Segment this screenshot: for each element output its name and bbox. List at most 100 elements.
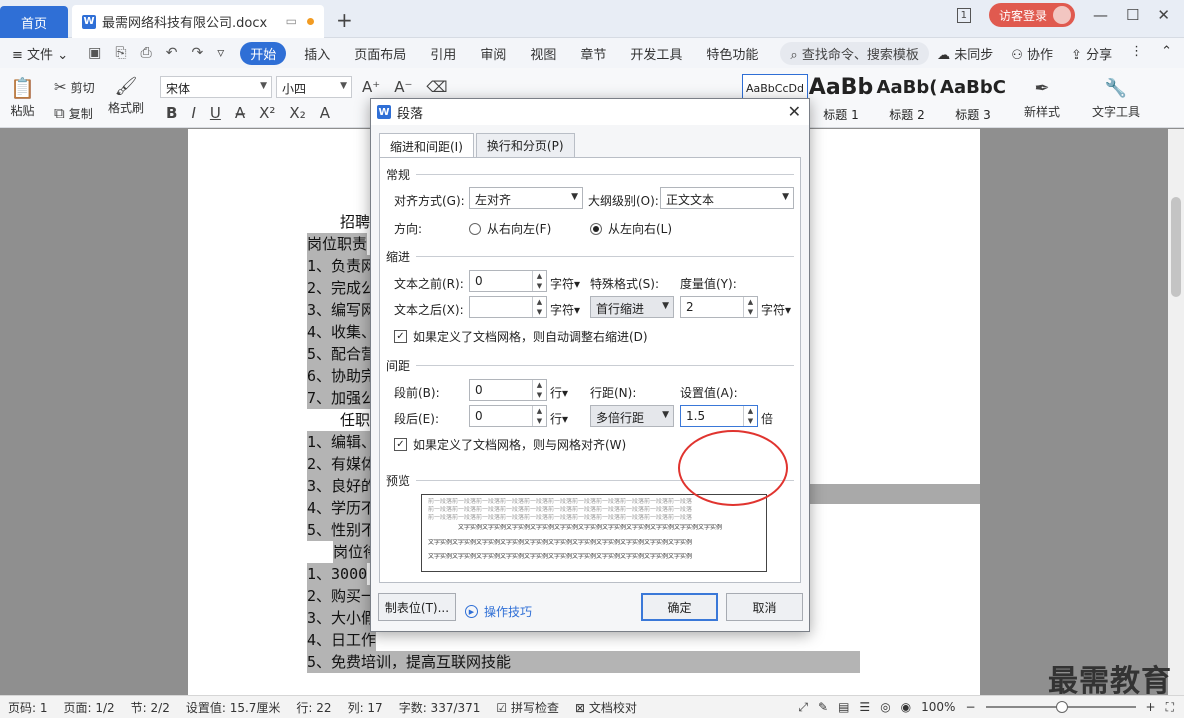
font-family-select[interactable]: 宋体 ▼ xyxy=(160,76,272,98)
menu-file[interactable]: ≡ 文件 ⌄ xyxy=(0,44,78,63)
radio-ltr[interactable]: 从左向右(L) xyxy=(590,220,672,237)
minimize-icon[interactable]: — xyxy=(1093,6,1108,24)
paste-button[interactable]: 📋 粘贴 xyxy=(10,76,35,119)
menu-developer[interactable]: 开发工具 xyxy=(618,44,694,63)
status-words[interactable]: 字数: 337/371 xyxy=(391,699,489,716)
redo-icon[interactable]: ↷ xyxy=(191,45,203,61)
tab-document[interactable]: W 最需网络科技有限公司.docx ▭ xyxy=(72,5,324,38)
more-icon[interactable]: ▿ xyxy=(217,45,224,61)
document-line[interactable]: 岗位职责 xyxy=(307,233,368,255)
special-format-select[interactable]: 首行缩进 ▼ xyxy=(590,296,674,318)
eye-icon[interactable]: ◉ xyxy=(901,700,911,714)
measure-unit[interactable]: 字符▾ xyxy=(761,301,791,318)
font-size-select[interactable]: 小四 ▼ xyxy=(276,76,352,98)
zoom-knob[interactable] xyxy=(1055,701,1068,713)
vertical-scrollbar[interactable] xyxy=(1168,129,1184,695)
tab-indent-spacing[interactable]: 缩进和间距(I) xyxy=(379,133,474,158)
style-heading-1[interactable]: AaBb 标题 1 xyxy=(808,74,874,124)
subscript-icon[interactable]: X₂ xyxy=(289,104,305,122)
close-window-icon[interactable]: ✕ xyxy=(1157,6,1170,24)
text-effect-icon[interactable]: A xyxy=(320,104,330,122)
outline-select[interactable]: 正文文本 ▼ xyxy=(660,187,794,209)
indent-before-unit[interactable]: 字符▾ xyxy=(550,275,580,292)
zoom-level[interactable]: 100% xyxy=(921,700,955,714)
spacing-grid-checkbox[interactable]: ✓ 如果定义了文档网格，则与网格对齐(W) xyxy=(394,436,626,453)
login-button[interactable]: 访客登录 xyxy=(988,3,1075,27)
dialog-close-icon[interactable]: ✕ xyxy=(788,102,801,121)
menu-insert[interactable]: 插入 xyxy=(292,44,342,63)
menu-review[interactable]: 审阅 xyxy=(468,44,518,63)
add-tab-button[interactable]: + xyxy=(336,8,353,32)
shrink-font-icon[interactable]: A⁻ xyxy=(394,78,412,96)
strikethrough-icon[interactable]: A̶ xyxy=(235,104,245,122)
clear-format-icon[interactable]: ⌫ xyxy=(426,78,447,96)
share-button[interactable]: ⇪ 分享 xyxy=(1071,44,1112,63)
document-line[interactable]: 5、性别不 xyxy=(307,519,377,541)
line-spacing-select[interactable]: 多倍行距 ▼ xyxy=(590,405,674,427)
menu-chapter[interactable]: 章节 xyxy=(568,44,618,63)
document-line[interactable]: 4、学历不 xyxy=(307,497,377,519)
fullscreen-icon[interactable]: ⤢ xyxy=(798,700,808,715)
spinner-icon[interactable]: ▲ ▼ xyxy=(532,380,546,400)
document-line[interactable]: 4、收集、 xyxy=(307,321,377,343)
tips-link[interactable]: ▶ 操作技巧 xyxy=(465,603,532,620)
page-view-icon[interactable]: ▤ xyxy=(838,700,849,714)
undo-icon[interactable]: ↶ xyxy=(166,45,178,61)
superscript-icon[interactable]: X² xyxy=(259,104,275,122)
document-line[interactable]: 任职 xyxy=(340,409,370,431)
bold-icon[interactable]: B xyxy=(166,104,177,122)
document-line[interactable]: 3、编写网 xyxy=(307,299,377,321)
document-line[interactable]: 2、购买一 xyxy=(307,585,377,607)
indent-grid-checkbox[interactable]: ✓ 如果定义了文档网格，则自动调整右缩进(D) xyxy=(394,328,648,345)
menu-special[interactable]: 特色功能 xyxy=(694,44,770,63)
tab-stops-button[interactable]: 制表位(T)... xyxy=(378,593,456,621)
format-painter-button[interactable]: 🖌 格式刷 xyxy=(108,76,144,116)
document-line[interactable]: 2、有媒体 xyxy=(307,453,377,475)
web-view-icon[interactable]: ◎ xyxy=(880,700,890,714)
text-tools-button[interactable]: 🔧 文字工具 xyxy=(1092,78,1140,120)
document-line[interactable]: 1、编辑、 xyxy=(307,431,377,453)
spinner-icon[interactable]: ▲ ▼ xyxy=(743,297,757,317)
spinner-icon[interactable]: ▲ ▼ xyxy=(532,271,546,291)
zoom-out-icon[interactable]: − xyxy=(965,700,975,714)
spinner-icon[interactable]: ▲ ▼ xyxy=(743,406,757,426)
scroll-thumb[interactable] xyxy=(1171,197,1181,297)
zoom-slider[interactable] xyxy=(985,701,1136,713)
spell-check-button[interactable]: ☑ 拼写检查 xyxy=(488,699,567,716)
document-line[interactable]: 1、负责网 xyxy=(307,255,377,277)
export-icon[interactable]: ⎘ xyxy=(115,45,126,61)
menu-page-layout[interactable]: 页面布局 xyxy=(342,44,418,63)
maximize-icon[interactable]: ☐ xyxy=(1126,6,1139,24)
copy-button[interactable]: ⧉ 复制 xyxy=(54,104,93,122)
proofread-button[interactable]: ⊠ 文档校对 xyxy=(567,699,645,716)
ok-button[interactable]: 确定 xyxy=(641,593,718,621)
document-line[interactable]: 招聘 xyxy=(340,211,370,233)
outline-view-icon[interactable]: ☰ xyxy=(859,700,870,714)
spinner-icon[interactable]: ▲ ▼ xyxy=(532,406,546,426)
tab-home[interactable]: 首页 xyxy=(0,6,68,38)
tab-line-page-breaks[interactable]: 换行和分页(P) xyxy=(475,133,575,157)
menu-references[interactable]: 引用 xyxy=(418,44,468,63)
collab-button[interactable]: ⚇ 协作 xyxy=(1011,44,1053,63)
save-icon[interactable]: ▣ xyxy=(88,45,101,61)
command-search[interactable]: ⌕ 查找命令、搜索模板 xyxy=(780,41,929,65)
indent-after-unit[interactable]: 字符▾ xyxy=(550,301,580,318)
new-style-button[interactable]: ✒ 新样式 xyxy=(1024,78,1060,120)
print-icon[interactable]: ⎙ xyxy=(141,45,152,61)
cut-button[interactable]: ✂ 剪切 xyxy=(54,78,95,96)
document-line[interactable]: 4、日工作 xyxy=(307,629,377,651)
sync-button[interactable]: ☁ 未同步 xyxy=(937,44,993,63)
space-after-input[interactable]: 0 ▲ ▼ xyxy=(469,405,547,427)
collapse-ribbon-icon[interactable]: ⌃ xyxy=(1161,44,1172,63)
space-before-input[interactable]: 0 ▲ ▼ xyxy=(469,379,547,401)
fit-page-icon[interactable]: ⛶ xyxy=(1166,700,1174,715)
style-heading-2[interactable]: AaBb( 标题 2 xyxy=(874,74,940,124)
measure-input[interactable]: 2 ▲ ▼ xyxy=(680,296,758,318)
document-line[interactable]: 2、完成公 xyxy=(307,277,377,299)
space-before-unit[interactable]: 行▾ xyxy=(550,384,568,401)
document-line[interactable]: 3、良好的 xyxy=(307,475,377,497)
grow-font-icon[interactable]: A⁺ xyxy=(362,78,380,96)
indent-after-input[interactable]: ▲ ▼ xyxy=(469,296,547,318)
page-indicator[interactable]: 1 xyxy=(956,7,971,23)
space-after-unit[interactable]: 行▾ xyxy=(550,410,568,427)
